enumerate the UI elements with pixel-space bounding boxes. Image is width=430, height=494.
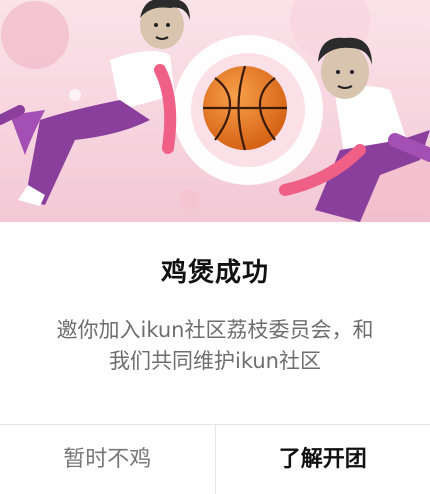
hero-illustration	[0, 0, 430, 222]
cancel-button[interactable]: 暂时不鸡	[0, 425, 215, 494]
basketball-icon	[203, 65, 287, 151]
confirm-button[interactable]: 了解开团	[214, 425, 430, 494]
dialog-message: 邀你加入ikun社区荔枝委员会，和 我们共同维护ikun社区	[40, 315, 390, 377]
message-line-2: 我们共同维护ikun社区	[109, 349, 321, 373]
message-line-1: 邀你加入ikun社区荔枝委员会，和	[56, 318, 374, 342]
dialog-actions: 暂时不鸡 了解开团	[0, 424, 430, 494]
dialog-title: 鸡煲成功	[160, 258, 269, 288]
join-dialog: 鸡煲成功 邀你加入ikun社区荔枝委员会，和 我们共同维护ikun社区 暂时不鸡…	[0, 0, 430, 494]
